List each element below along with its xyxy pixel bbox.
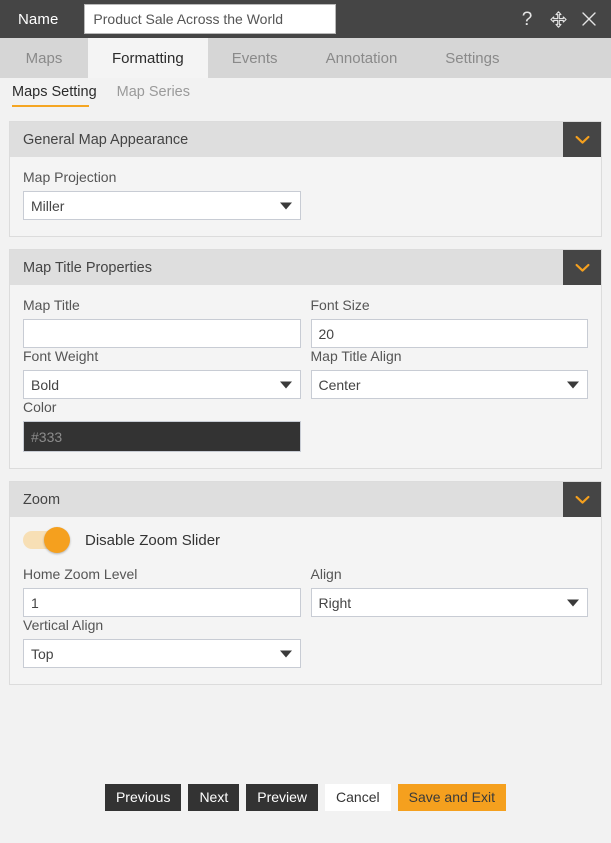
panel-header-map-title-properties[interactable]: Map Title Properties xyxy=(10,250,601,285)
tab-events[interactable]: Events xyxy=(208,38,302,78)
home-zoom-level-input[interactable] xyxy=(23,588,301,617)
color-label: Color xyxy=(23,399,57,415)
col-spacer-general xyxy=(311,169,589,220)
font-weight-select[interactable]: Bold xyxy=(23,370,301,399)
panel-title-general-map-appearance: General Map Appearance xyxy=(23,131,189,148)
col-map-title: Map Title xyxy=(23,297,301,348)
question-mark-icon[interactable]: ? xyxy=(517,9,537,29)
col-color: Color xyxy=(23,399,301,452)
panel-title-zoom: Zoom xyxy=(23,491,61,508)
map-projection-select-wrap: Miller xyxy=(23,191,301,220)
field-map-title-align: Map Title Align Center xyxy=(310,348,588,399)
col-align: Align Right xyxy=(310,566,588,617)
align-select[interactable]: Right xyxy=(310,588,588,617)
close-icon[interactable] xyxy=(579,9,599,29)
row-title-fontsize: Map Title Font Size xyxy=(23,297,588,348)
panel-title-map-title-properties: Map Title Properties xyxy=(23,259,152,276)
chevron-down-icon[interactable] xyxy=(563,482,601,517)
col-font-size: Font Size xyxy=(310,297,588,348)
vertical-align-select-wrap: Top xyxy=(23,639,301,668)
row-color: Color xyxy=(23,399,588,452)
row-vertical-align: Vertical Align Top xyxy=(23,617,588,668)
panel-header-zoom[interactable]: Zoom xyxy=(10,482,601,517)
save-and-exit-button[interactable]: Save and Exit xyxy=(397,783,507,811)
panel-zoom: Zoom Disable Zoom Slider Home Zoom Level… xyxy=(9,481,602,685)
dialog-titlebar: Name ? xyxy=(0,0,611,38)
disable-zoom-slider-label: Disable Zoom Slider xyxy=(85,531,221,549)
panel-header-general-map-appearance[interactable]: General Map Appearance xyxy=(10,122,601,157)
field-font-size: Font Size xyxy=(310,297,588,348)
vertical-align-select[interactable]: Top xyxy=(23,639,301,668)
disable-zoom-slider-toggle[interactable] xyxy=(23,527,70,553)
panel-body-general-map-appearance: Map Projection Miller xyxy=(10,157,601,236)
font-weight-label: Font Weight xyxy=(23,348,99,364)
map-title-align-select-wrap: Center xyxy=(310,370,588,399)
map-title-input[interactable] xyxy=(23,319,301,348)
map-title-align-label: Map Title Align xyxy=(310,348,402,364)
field-vertical-align: Vertical Align Top xyxy=(23,617,301,668)
dialog-footer: Previous Next Preview Cancel Save and Ex… xyxy=(0,751,611,843)
panel-general-map-appearance: General Map Appearance Map Projection Mi… xyxy=(9,121,602,237)
panel-body-zoom: Disable Zoom Slider Home Zoom Level Alig… xyxy=(10,517,601,684)
tab-annotation[interactable]: Annotation xyxy=(302,38,422,78)
map-settings-dialog: Name ? Maps Formatting Events Annotation… xyxy=(0,0,611,843)
font-weight-select-wrap: Bold xyxy=(23,370,301,399)
field-map-title: Map Title xyxy=(23,297,301,348)
panel-body-map-title-properties: Map Title Font Size Font We xyxy=(10,285,601,468)
panel-map-title-properties: Map Title Properties Map Title Font Size… xyxy=(9,249,602,469)
subtab-maps-setting[interactable]: Maps Setting xyxy=(4,84,109,107)
col-map-projection: Map Projection Miller xyxy=(23,169,301,220)
row-disable-zoom-slider: Disable Zoom Slider xyxy=(23,527,588,553)
subtab-map-series[interactable]: Map Series xyxy=(109,84,202,107)
field-home-zoom-level: Home Zoom Level xyxy=(23,566,301,617)
col-map-title-align: Map Title Align Center xyxy=(310,348,588,399)
field-map-projection: Map Projection Miller xyxy=(23,169,301,220)
col-vertical-align: Vertical Align Top xyxy=(23,617,301,668)
home-zoom-level-label: Home Zoom Level xyxy=(23,566,138,582)
tab-settings[interactable]: Settings xyxy=(421,38,523,78)
map-title-label: Map Title xyxy=(23,297,80,313)
name-label: Name xyxy=(18,10,59,28)
map-projection-select[interactable]: Miller xyxy=(23,191,301,220)
font-size-label: Font Size xyxy=(310,297,370,313)
next-button[interactable]: Next xyxy=(188,783,240,811)
vertical-align-label: Vertical Align xyxy=(23,617,104,633)
col-spacer-color xyxy=(311,399,589,452)
field-align: Align Right xyxy=(310,566,588,617)
settings-content: General Map Appearance Map Projection Mi… xyxy=(0,114,611,751)
titlebar-icon-group: ? xyxy=(517,9,599,29)
preview-button[interactable]: Preview xyxy=(246,783,319,811)
sub-tab-bar: Maps Setting Map Series xyxy=(0,78,611,114)
row-map-projection: Map Projection Miller xyxy=(23,169,588,220)
field-color: Color xyxy=(23,399,301,452)
col-font-weight: Font Weight Bold xyxy=(23,348,301,399)
col-spacer-vertical-align xyxy=(311,617,589,668)
previous-button[interactable]: Previous xyxy=(104,783,182,811)
name-input[interactable] xyxy=(84,4,337,34)
row-fontweight-align: Font Weight Bold Map Title Align Center xyxy=(23,348,588,399)
color-input[interactable] xyxy=(23,421,301,452)
align-label: Align xyxy=(310,566,342,582)
main-tab-bar: Maps Formatting Events Annotation Settin… xyxy=(0,38,611,78)
move-arrows-icon[interactable] xyxy=(548,9,568,29)
map-projection-label: Map Projection xyxy=(23,169,117,185)
chevron-down-icon[interactable] xyxy=(563,250,601,285)
row-homezoom-align: Home Zoom Level Align Right xyxy=(23,566,588,617)
toggle-knob xyxy=(44,527,70,553)
font-size-input[interactable] xyxy=(310,319,588,348)
map-title-align-select[interactable]: Center xyxy=(310,370,588,399)
tab-formatting[interactable]: Formatting xyxy=(88,38,208,78)
chevron-down-icon[interactable] xyxy=(563,122,601,157)
tab-maps[interactable]: Maps xyxy=(0,38,88,78)
cancel-button[interactable]: Cancel xyxy=(325,783,391,811)
align-select-wrap: Right xyxy=(310,588,588,617)
col-home-zoom-level: Home Zoom Level xyxy=(23,566,301,617)
field-font-weight: Font Weight Bold xyxy=(23,348,301,399)
